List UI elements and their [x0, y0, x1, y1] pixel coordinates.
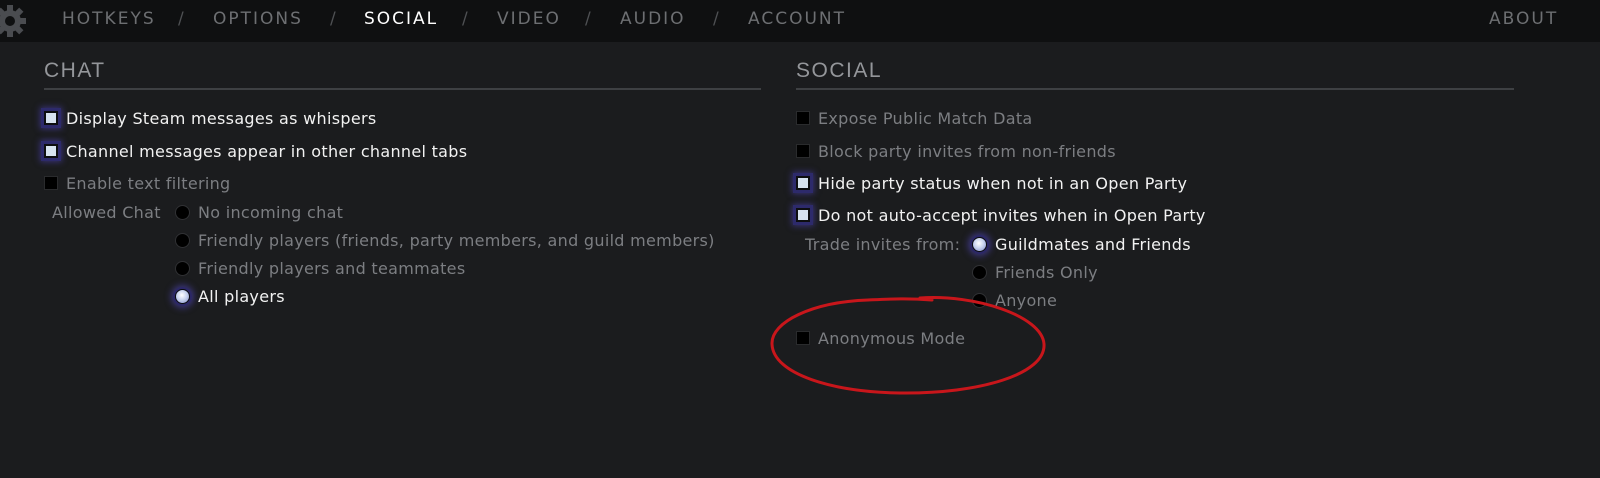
option-label: No incoming chat [198, 202, 344, 222]
checkbox[interactable] [796, 331, 810, 345]
allowed-chat-no-incoming[interactable]: No incoming chat [175, 200, 343, 224]
option-label: Anyone [995, 290, 1058, 310]
chat-section-divider [44, 88, 761, 90]
trade-invites-label: Trade invites from: [805, 235, 961, 254]
gear-icon[interactable] [0, 3, 28, 39]
option-label: Hide party status when not in an Open Pa… [818, 173, 1188, 193]
tab-options[interactable]: OPTIONS [213, 0, 303, 38]
option-label: Display Steam messages as whispers [66, 108, 377, 128]
chat-option-steam-whispers[interactable]: Display Steam messages as whispers [44, 106, 377, 130]
trade-invites-anyone[interactable]: Anyone [972, 288, 1057, 312]
nav-separator: / [178, 9, 184, 29]
option-label: Do not auto-accept invites when in Open … [818, 205, 1206, 225]
checkbox[interactable] [796, 144, 810, 158]
tab-social[interactable]: SOCIAL [364, 0, 438, 38]
allowed-chat-friendly[interactable]: Friendly players (friends, party members… [175, 228, 715, 252]
radio-button[interactable] [175, 288, 190, 304]
tab-video[interactable]: VIDEO [497, 0, 561, 38]
nav-separator: / [585, 9, 591, 29]
social-option-hide-party-status[interactable]: Hide party status when not in an Open Pa… [796, 171, 1187, 195]
checkbox[interactable] [796, 176, 810, 190]
allowed-chat-friendly-teammates[interactable]: Friendly players and teammates [175, 256, 465, 280]
chat-section-title: CHAT [44, 59, 106, 82]
checkbox[interactable] [796, 208, 810, 222]
social-option-anonymous-mode[interactable]: Anonymous Mode [796, 326, 965, 350]
social-option-no-auto-accept[interactable]: Do not auto-accept invites when in Open … [796, 203, 1206, 227]
option-label: Anonymous Mode [818, 328, 966, 348]
radio-button[interactable] [972, 292, 987, 308]
tab-audio[interactable]: AUDIO [620, 0, 686, 38]
tab-hotkeys[interactable]: HOTKEYS [62, 0, 156, 38]
nav-separator: / [462, 9, 468, 29]
tab-account[interactable]: ACCOUNT [748, 0, 846, 38]
tab-about[interactable]: ABOUT [1489, 0, 1558, 38]
radio-button[interactable] [972, 264, 987, 280]
checkbox[interactable] [796, 111, 810, 125]
option-label: Expose Public Match Data [818, 108, 1033, 128]
option-label: Friendly players (friends, party members… [198, 230, 715, 250]
chat-option-channel-tabs[interactable]: Channel messages appear in other channel… [44, 139, 467, 163]
option-label: Friendly players and teammates [198, 258, 466, 278]
option-label: Guildmates and Friends [995, 234, 1191, 254]
top-nav-bar: HOTKEYS / OPTIONS / SOCIAL / VIDEO / AUD… [0, 0, 1600, 42]
social-section-title: SOCIAL [796, 59, 883, 82]
checkbox[interactable] [44, 144, 58, 158]
option-label: Block party invites from non-friends [818, 141, 1116, 161]
option-label: Channel messages appear in other channel… [66, 141, 468, 161]
trade-invites-guildmates-friends[interactable]: Guildmates and Friends [972, 232, 1191, 256]
allowed-chat-label: Allowed Chat [52, 203, 161, 222]
checkbox[interactable] [44, 176, 58, 190]
radio-button[interactable] [175, 204, 190, 220]
option-label: Friends Only [995, 262, 1098, 282]
nav-separator: / [713, 9, 719, 29]
trade-invites-friends-only[interactable]: Friends Only [972, 260, 1098, 284]
social-option-block-party-invites[interactable]: Block party invites from non-friends [796, 139, 1116, 163]
nav-separator: / [330, 9, 336, 29]
chat-option-text-filtering[interactable]: Enable text filtering [44, 171, 231, 195]
option-label: All players [198, 286, 285, 306]
social-option-public-match-data[interactable]: Expose Public Match Data [796, 106, 1033, 130]
radio-button[interactable] [972, 236, 987, 252]
allowed-chat-all-players[interactable]: All players [175, 284, 285, 308]
radio-button[interactable] [175, 260, 190, 276]
radio-button[interactable] [175, 232, 190, 248]
social-section-divider [796, 88, 1514, 90]
option-label: Enable text filtering [66, 173, 231, 193]
checkbox[interactable] [44, 111, 58, 125]
